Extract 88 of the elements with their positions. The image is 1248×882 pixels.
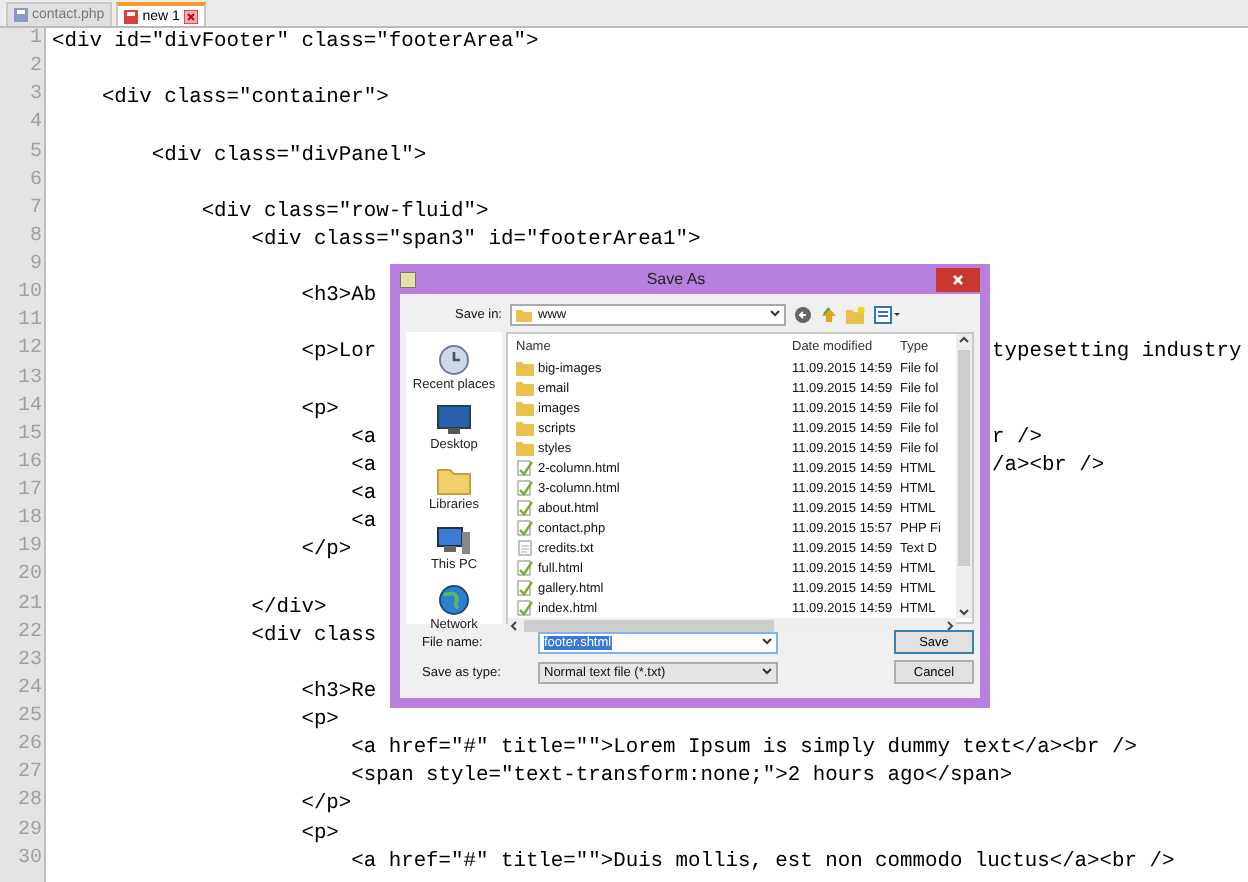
line-number: 3: [27, 84, 44, 111]
line-number: 29: [15, 819, 44, 845]
chevron-down-icon: [762, 638, 772, 646]
line-number: 7: [27, 197, 44, 224]
code-text: <div class: [249, 621, 377, 650]
line-number: 1: [27, 28, 44, 54]
code-text: <span style="text-transform:none;">2 hours ago</span>: [349, 762, 1013, 791]
document-icon: [516, 480, 534, 496]
line-number: 25: [15, 706, 44, 732]
line-number: 28: [15, 790, 44, 817]
code-text: <a href="#" title="">Lorem Ipsum is simply dummy text</a><br />: [349, 734, 1137, 763]
code-text: <p>Lor: [299, 338, 377, 367]
code-text: </div>: [249, 593, 327, 622]
line-number: 11: [15, 310, 44, 337]
line-number: 22: [15, 621, 44, 648]
close-button[interactable]: [936, 267, 980, 291]
line-number: 2: [27, 56, 44, 83]
code-text: <a: [349, 451, 377, 480]
line-number: 24: [15, 677, 44, 704]
line-number: 21: [15, 593, 44, 619]
dialog-title: Save As: [644, 270, 708, 288]
line-number: 16: [15, 451, 44, 478]
line-number: 19: [15, 536, 44, 563]
line-number: 13: [15, 367, 44, 393]
code-text: <div id="divFooter" class="footerArea">: [52, 28, 539, 57]
code-text: <div class="span3" id="footerArea1">: [249, 225, 701, 254]
code-text: <p>: [299, 819, 339, 848]
code-text: <h3>Re: [299, 677, 377, 706]
code-text: <div class="divPanel">: [149, 141, 427, 170]
line-number: 5: [27, 141, 44, 167]
vertical-scrollbar[interactable]: [956, 334, 972, 618]
code-text: <p>: [299, 706, 339, 735]
close-icon: [952, 273, 964, 285]
document-icon: [124, 9, 139, 23]
folder-icon: [516, 307, 532, 321]
line-number: 18: [15, 508, 44, 535]
code-text: typesetting industry: [992, 338, 1242, 367]
window-icon: [400, 271, 416, 287]
line-number: 27: [15, 762, 44, 789]
code-text: </p>: [299, 536, 352, 565]
close-icon[interactable]: [183, 9, 198, 23]
code-text: </p>: [299, 790, 352, 819]
document-icon: [516, 600, 534, 616]
line-number: 4: [27, 112, 44, 139]
chevron-left-icon[interactable]: [508, 618, 520, 634]
line-number: 17: [15, 480, 44, 506]
code-text: <a: [349, 508, 377, 537]
document-icon: [14, 8, 28, 22]
code-text: <div class="container">: [99, 84, 389, 113]
computer-icon: [436, 524, 472, 556]
line-number: 20: [15, 564, 44, 591]
horizontal-scrollbar[interactable]: [508, 618, 956, 634]
up-arrow-icon[interactable]: [820, 305, 838, 323]
line-number: 26: [15, 734, 44, 761]
line-number: 8: [27, 225, 44, 252]
clock-icon: [435, 344, 472, 376]
chevron-down-icon[interactable]: [956, 606, 972, 618]
chevron-down-icon: [762, 668, 772, 676]
line-number: 12: [15, 338, 44, 365]
chevron-down-icon: [770, 310, 780, 318]
line-number: 23: [15, 649, 44, 676]
document-icon: [516, 580, 534, 596]
chevron-up-icon[interactable]: [956, 334, 972, 346]
document-icon: [516, 460, 534, 476]
code-text: <a: [349, 423, 377, 452]
code-text: r />: [992, 423, 1042, 452]
text-file-icon: [516, 540, 534, 556]
code-text: /a><br />: [992, 451, 1105, 480]
line-number: 6: [27, 169, 44, 196]
chevron-right-icon[interactable]: [944, 618, 956, 634]
code-text: <p>: [299, 395, 339, 424]
line-number: 10: [15, 282, 44, 309]
document-icon: [516, 560, 534, 576]
document-icon: [516, 500, 534, 516]
globe-icon: [436, 584, 472, 616]
folder-icon: [436, 464, 472, 496]
line-number: 14: [15, 395, 44, 422]
code-text: <h3>Ab: [299, 282, 377, 311]
code-text: <a href="#" title="">Duis mollis, est non commodo luctus</a><br />: [349, 847, 1175, 876]
document-icon: [516, 520, 534, 536]
code-text: <div class="row-fluid">: [199, 197, 489, 226]
line-number: 15: [15, 423, 44, 450]
line-number: 30: [15, 847, 44, 874]
code-text: <a: [349, 480, 377, 509]
monitor-icon: [435, 404, 472, 436]
line-number: 9: [27, 254, 44, 280]
view-menu-icon[interactable]: [874, 305, 900, 323]
back-icon[interactable]: [794, 305, 812, 323]
